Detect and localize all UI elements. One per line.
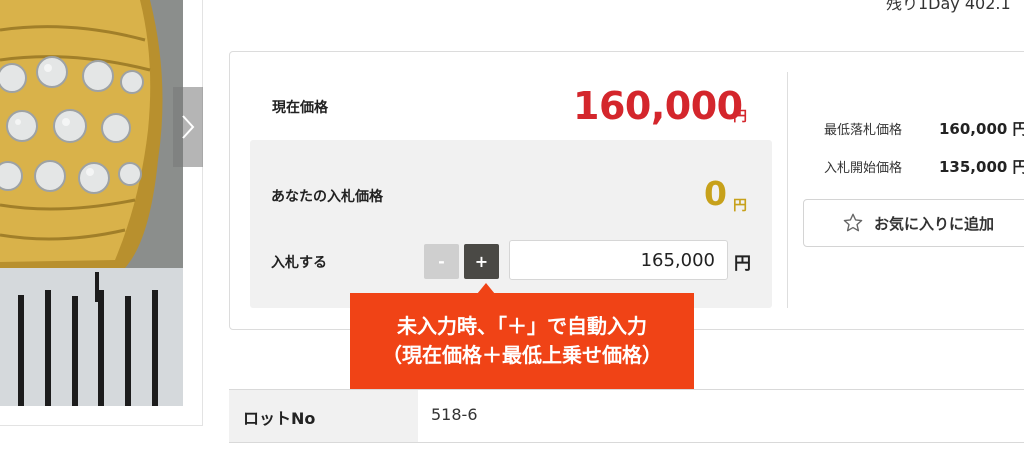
min-price-label: 最低落札価格 (824, 123, 903, 138)
product-image[interactable] (0, 0, 183, 406)
add-favorite-label: お気に入りに追加 (874, 214, 995, 233)
min-price-value: 160,000 円 (939, 120, 1024, 138)
chevron-right-icon (182, 115, 195, 139)
current-price-unit: 円 (733, 109, 747, 125)
callout-line-1: 未入力時、「＋」で自動入力 (397, 314, 647, 338)
current-price-label: 現在価格 (272, 100, 328, 116)
star-outline-icon (843, 213, 863, 232)
lot-number-label: ロットNo (243, 409, 316, 428)
start-price-label: 入札開始価格 (824, 161, 903, 176)
product-image-frame (0, 0, 203, 426)
your-bid-label: あなたの入札価格 (271, 189, 383, 205)
lot-number-value: 518-6 (431, 405, 478, 424)
next-image-button[interactable] (173, 87, 203, 167)
decrease-bid-button[interactable]: - (424, 244, 459, 279)
your-bid-value: 0 (704, 174, 727, 213)
bid-input-area (250, 140, 772, 308)
bid-amount-unit: 円 (734, 254, 751, 274)
table-divider (229, 442, 1024, 443)
remaining-days-text: 残り1Day 402.1 (886, 0, 1011, 13)
product-photo-ring (0, 0, 183, 406)
current-price-value: 160,000 (573, 84, 743, 128)
auto-fill-callout: 未入力時、「＋」で自動入力 （現在価格＋最低上乗せ価格） (350, 293, 694, 389)
add-favorite-button[interactable]: お気に入りに追加 (803, 199, 1024, 247)
your-bid-unit: 円 (733, 198, 747, 214)
increase-bid-button[interactable]: + (464, 244, 499, 279)
start-price-value: 135,000 円 (939, 158, 1024, 176)
bid-amount-input[interactable] (509, 240, 728, 280)
bid-action-label: 入札する (271, 255, 327, 271)
callout-line-2: （現在価格＋最低上乗せ価格） (382, 343, 662, 367)
panel-divider (787, 72, 788, 308)
